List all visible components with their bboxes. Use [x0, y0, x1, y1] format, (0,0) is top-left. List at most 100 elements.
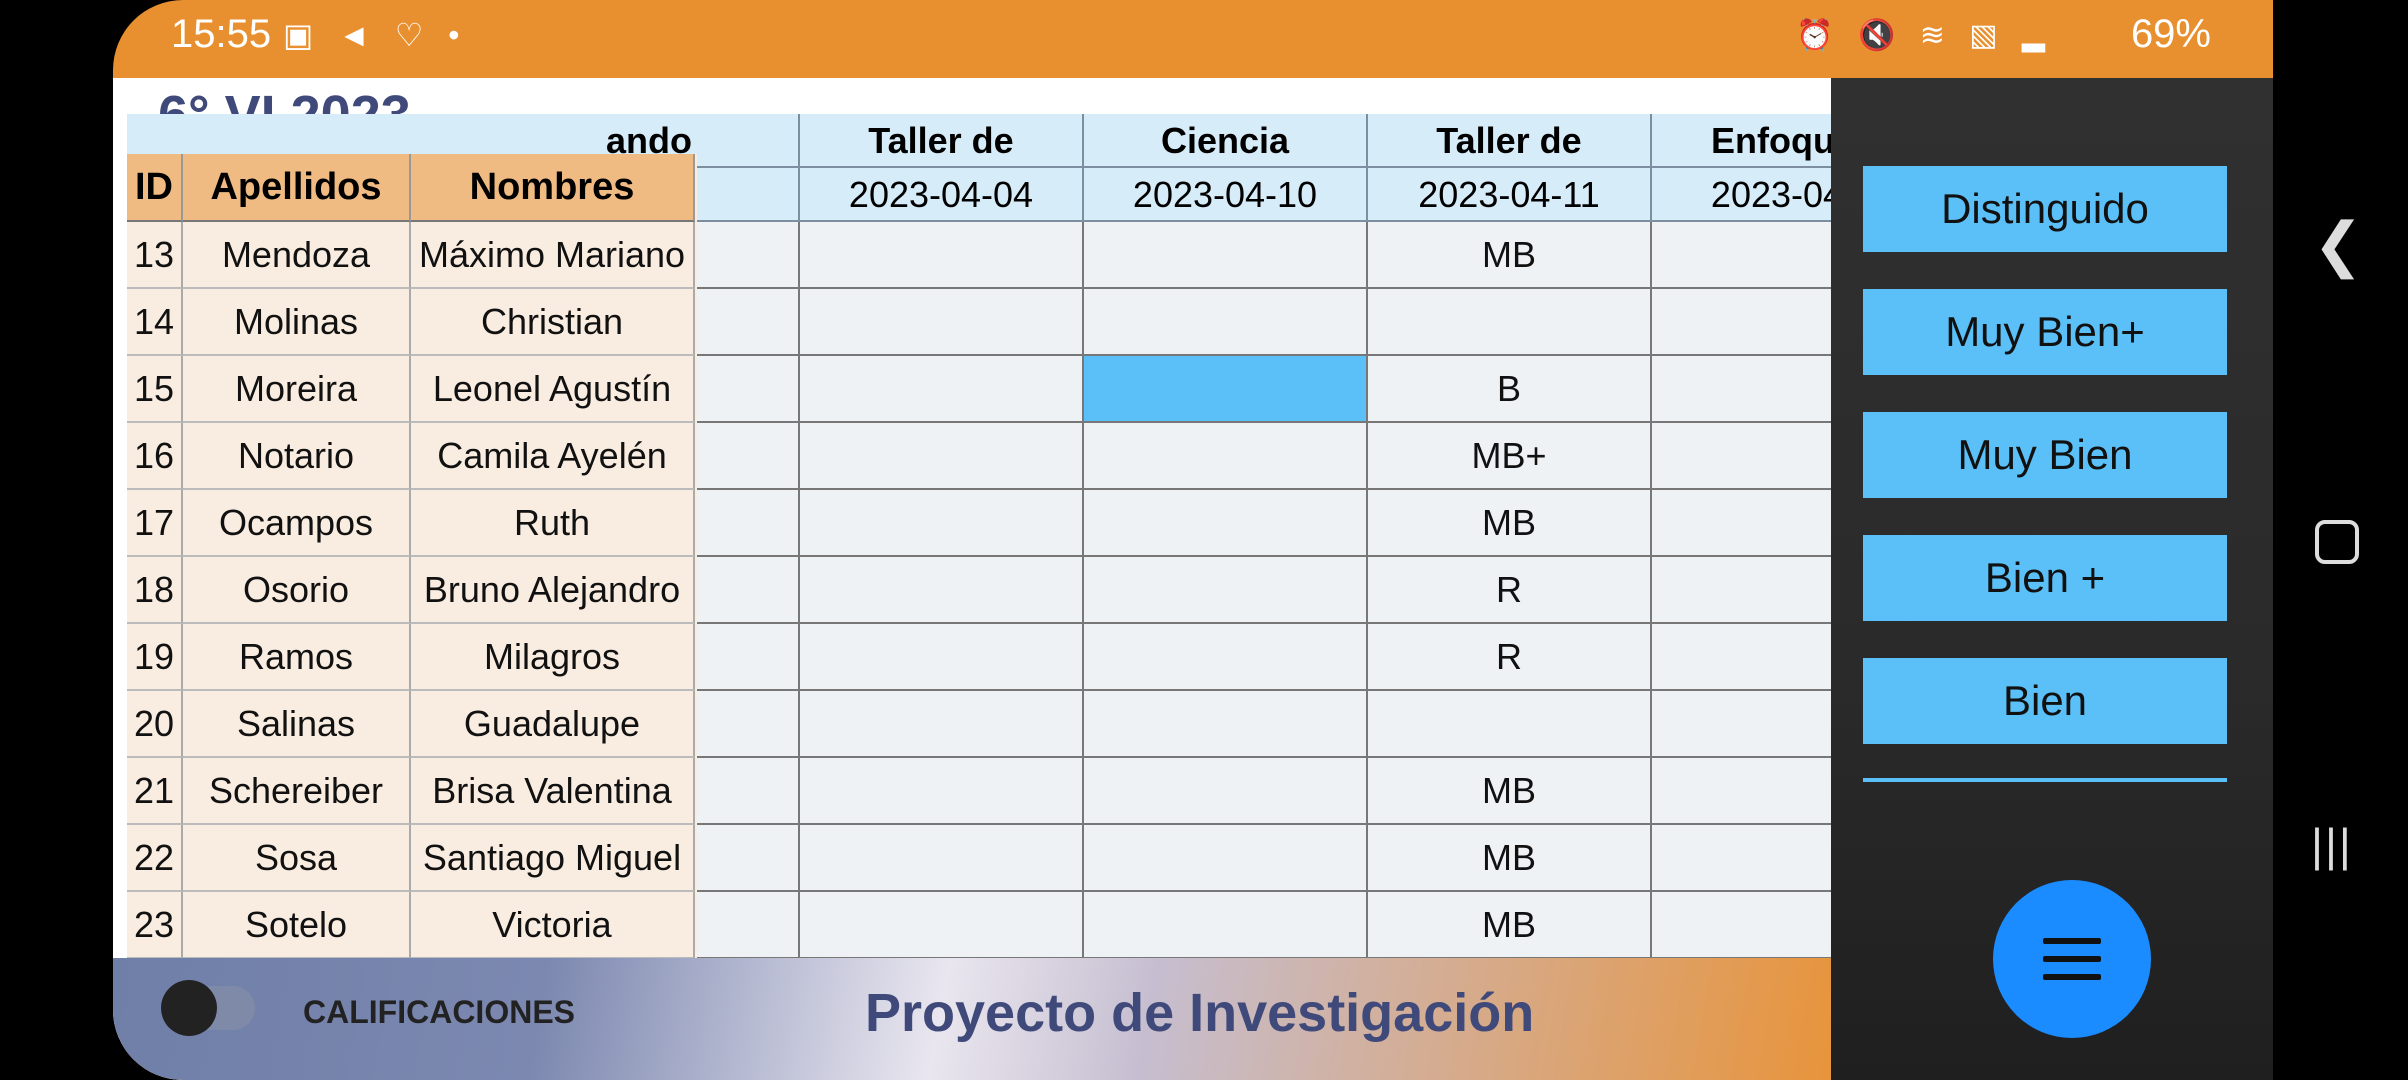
- student-row[interactable]: 22 Sosa Santiago Miguel: [127, 825, 695, 892]
- grade-button-bien[interactable]: Bien: [1863, 658, 2227, 744]
- student-row[interactable]: 23 Sotelo Victoria: [127, 892, 695, 959]
- notification-icons: ▣ ◄ ♡ •: [283, 16, 467, 54]
- subject-header-date[interactable]: 2023-04-1: [1652, 168, 1849, 222]
- grade-cell[interactable]: [800, 624, 1084, 691]
- student-row[interactable]: 15 Moreira Leonel Agustín: [127, 356, 695, 423]
- grade-cell[interactable]: [1084, 222, 1368, 289]
- grade-cell[interactable]: MB: [1368, 222, 1652, 289]
- back-icon[interactable]: ❮: [2313, 210, 2363, 280]
- grade-cell[interactable]: MB: [1368, 758, 1652, 825]
- student-surname: Schereiber: [183, 758, 411, 825]
- grade-cell[interactable]: [1652, 423, 1849, 490]
- subject-header-name[interactable]: Taller de: [1368, 114, 1652, 168]
- grade-cell[interactable]: [1652, 557, 1849, 624]
- grade-divider: [1863, 778, 2227, 782]
- grade-cell[interactable]: [800, 490, 1084, 557]
- calificaciones-toggle[interactable]: [161, 980, 255, 1036]
- grade-cell[interactable]: [1084, 758, 1368, 825]
- status-bar: 15:55 ▣ ◄ ♡ • ⏰ 🔇 ≋ ▧ ▂ 69%: [113, 0, 2273, 78]
- student-row[interactable]: 13 Mendoza Máximo Mariano: [127, 222, 695, 289]
- student-name: Leonel Agustín: [411, 356, 695, 423]
- grade-cell[interactable]: [1652, 758, 1849, 825]
- grade-cell[interactable]: [1652, 825, 1849, 892]
- grade-cell[interactable]: R: [1368, 557, 1652, 624]
- col-header-nombres[interactable]: Nombres: [411, 154, 695, 222]
- student-name: Bruno Alejandro: [411, 557, 695, 624]
- student-row[interactable]: 16 Notario Camila Ayelén: [127, 423, 695, 490]
- grade-cell[interactable]: [800, 356, 1084, 423]
- grade-cell[interactable]: [1084, 624, 1368, 691]
- grade-cell[interactable]: [800, 825, 1084, 892]
- student-name: Victoria: [411, 892, 695, 959]
- grade-cell[interactable]: [1652, 892, 1849, 958]
- grade-cell[interactable]: [1652, 691, 1849, 758]
- grade-cell[interactable]: [1652, 222, 1849, 289]
- menu-icon: [2043, 938, 2101, 944]
- student-row[interactable]: 20 Salinas Guadalupe: [127, 691, 695, 758]
- grade-cell[interactable]: [1084, 289, 1368, 356]
- toggle-knob[interactable]: [161, 980, 217, 1036]
- student-name: Ruth: [411, 490, 695, 557]
- subject-header-name[interactable]: Taller de: [800, 114, 1084, 168]
- grade-cell[interactable]: R: [1368, 624, 1652, 691]
- grade-cell[interactable]: [1652, 289, 1849, 356]
- grade-button-distinguido[interactable]: Distinguido: [1863, 166, 2227, 252]
- grade-cell[interactable]: [1652, 356, 1849, 423]
- student-row[interactable]: 14 Molinas Christian: [127, 289, 695, 356]
- student-name: Guadalupe: [411, 691, 695, 758]
- col-header-id[interactable]: ID: [127, 154, 183, 222]
- student-surname: Sosa: [183, 825, 411, 892]
- grade-cell[interactable]: [800, 557, 1084, 624]
- grade-cell[interactable]: [1084, 825, 1368, 892]
- student-name: Brisa Valentina: [411, 758, 695, 825]
- grade-cell[interactable]: [1368, 691, 1652, 758]
- grade-cell[interactable]: [1084, 691, 1368, 758]
- subject-header-date[interactable]: 2023-04-10: [1084, 168, 1368, 222]
- col-header-apellidos[interactable]: Apellidos: [183, 154, 411, 222]
- student-id: 14: [127, 289, 183, 356]
- grade-cell[interactable]: [1084, 356, 1368, 423]
- grade-cell[interactable]: [800, 289, 1084, 356]
- subject-header-date[interactable]: 2023-04-04: [800, 168, 1084, 222]
- grade-cell[interactable]: [1368, 289, 1652, 356]
- toggle-label: CALIFICACIONES: [303, 994, 575, 1030]
- grade-cell[interactable]: [1652, 624, 1849, 691]
- grade-cell[interactable]: [800, 222, 1084, 289]
- student-row[interactable]: 21 Schereiber Brisa Valentina: [127, 758, 695, 825]
- student-row[interactable]: 17 Ocampos Ruth: [127, 490, 695, 557]
- home-icon[interactable]: [2315, 520, 2359, 564]
- grade-cell[interactable]: [800, 758, 1084, 825]
- menu-fab-button[interactable]: [1993, 880, 2151, 1038]
- grade-cell[interactable]: B: [1368, 356, 1652, 423]
- grade-cell[interactable]: MB: [1368, 825, 1652, 892]
- student-row[interactable]: 18 Osorio Bruno Alejandro: [127, 557, 695, 624]
- grade-cell[interactable]: [1084, 490, 1368, 557]
- grade-cell[interactable]: MB: [1368, 490, 1652, 557]
- grade-cell[interactable]: [800, 423, 1084, 490]
- subject-header-date[interactable]: 2023-04-11: [1368, 168, 1652, 222]
- subject-header-name[interactable]: Enfoques: [1652, 114, 1849, 168]
- grade-panel: Distinguido Muy Bien+ Muy Bien Bien + Bien: [1831, 78, 2273, 1080]
- grade-cell[interactable]: MB+: [1368, 423, 1652, 490]
- grade-button-muy-bien[interactable]: Muy Bien: [1863, 412, 2227, 498]
- grade-cell[interactable]: [1084, 557, 1368, 624]
- grade-cell[interactable]: [1652, 490, 1849, 557]
- student-row[interactable]: 19 Ramos Milagros: [127, 624, 695, 691]
- grade-cell[interactable]: [1084, 423, 1368, 490]
- recents-icon[interactable]: |||: [2311, 818, 2353, 872]
- volte-icon: ▧: [1969, 19, 2006, 52]
- frozen-header-row: ID Apellidos Nombres: [127, 154, 695, 222]
- grade-button-bien[interactable]: Bien +: [1863, 535, 2227, 621]
- mute-icon: 🔇: [1858, 19, 1904, 52]
- grade-cell[interactable]: [800, 892, 1084, 958]
- grade-cell[interactable]: MB: [1368, 892, 1652, 958]
- student-surname: Notario: [183, 423, 411, 490]
- subject-header-name[interactable]: Ciencia: [1084, 114, 1368, 168]
- grade-cell[interactable]: [1084, 892, 1368, 958]
- handshake-icon: ◄: [338, 17, 378, 53]
- student-name: Santiago Miguel: [411, 825, 695, 892]
- grade-button-muy-bien[interactable]: Muy Bien+: [1863, 289, 2227, 375]
- heart-icon: ♡: [394, 17, 432, 53]
- signal-icon: ▂: [2021, 19, 2053, 52]
- grade-cell[interactable]: [800, 691, 1084, 758]
